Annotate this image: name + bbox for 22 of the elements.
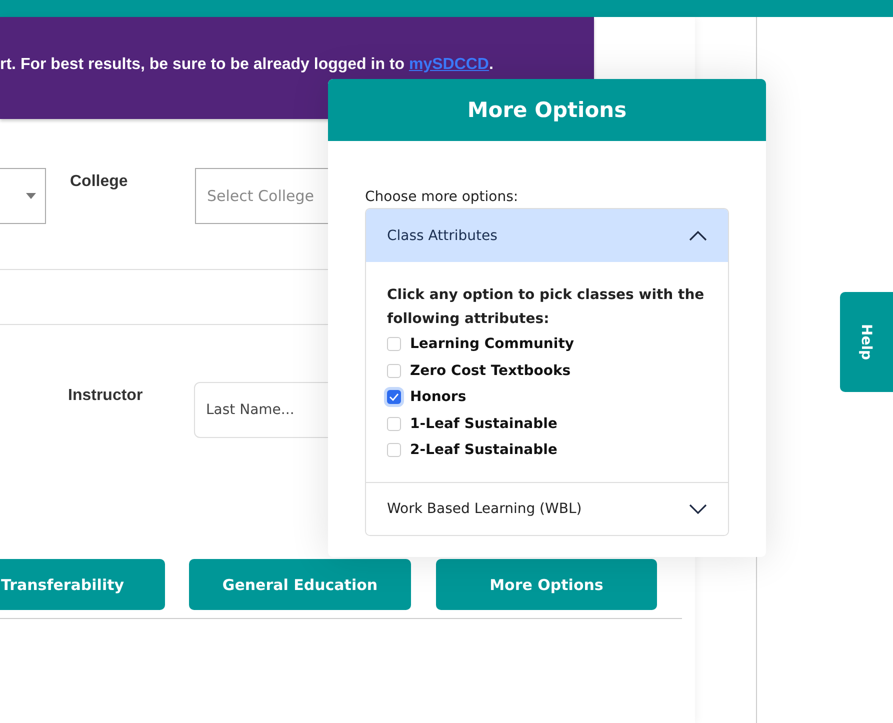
option-label[interactable]: 1-Leaf Sustainable xyxy=(410,416,558,432)
option-label[interactable]: Honors xyxy=(410,389,466,406)
option-label[interactable]: 2-Leaf Sustainable xyxy=(410,442,558,458)
accordion-header[interactable]: Work Based Learning (WBL) xyxy=(366,482,728,534)
chevron-up-icon xyxy=(689,230,707,240)
dropdown-field[interactable] xyxy=(0,168,46,224)
notice-text: rt. For best results, be sure to be already logged in to mySDCCD. xyxy=(0,56,494,74)
chevron-down-icon xyxy=(689,504,707,514)
filter-button[interactable]: General Education xyxy=(189,559,411,610)
option-label[interactable]: Zero Cost Textbooks xyxy=(410,362,571,379)
prompt-text: Choose more options: xyxy=(365,189,520,205)
help-tab[interactable]: Help xyxy=(840,292,893,392)
instructions-text: Click any option to pick classes with the following attributes: xyxy=(387,286,706,329)
dialog-title: More Options xyxy=(467,98,627,122)
college-label: College xyxy=(70,173,128,191)
accordion-header[interactable]: Class Attributes xyxy=(366,209,728,262)
checkbox[interactable] xyxy=(387,390,401,404)
filter-button[interactable]: More Options xyxy=(436,559,657,610)
filter-button[interactable]: Transferability xyxy=(0,559,165,610)
instructor-label: Instructor xyxy=(68,387,143,405)
caret-icon xyxy=(26,193,36,199)
option-label[interactable]: Learning Community xyxy=(410,336,574,352)
